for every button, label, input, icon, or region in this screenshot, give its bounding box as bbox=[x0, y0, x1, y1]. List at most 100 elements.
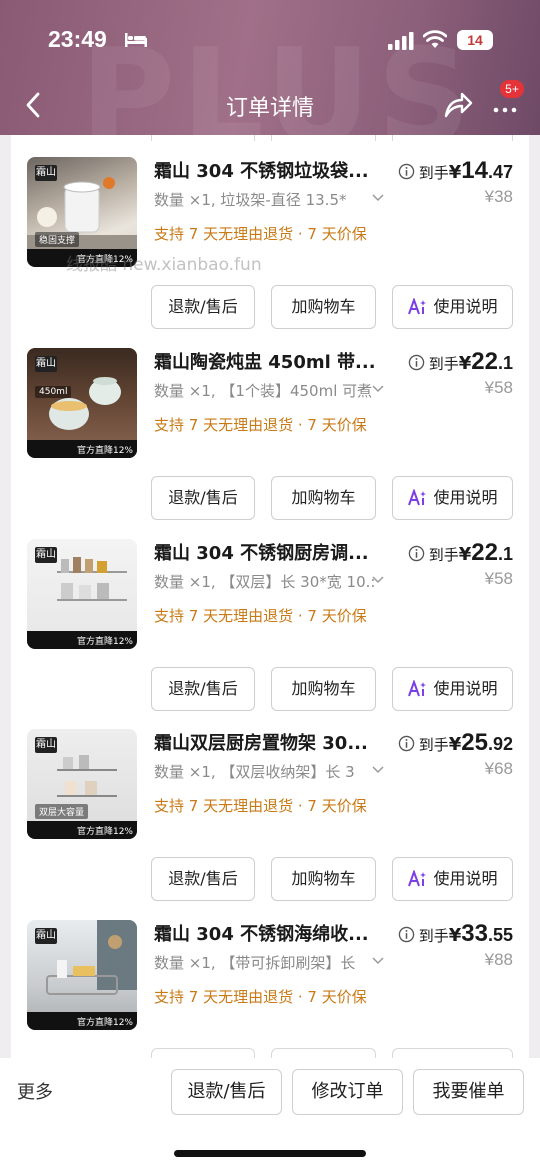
partial-button-bottom bbox=[392, 1048, 513, 1058]
usage-guide-label: 使用说明 bbox=[433, 297, 498, 316]
ai-sparkle-icon bbox=[408, 870, 427, 887]
add-to-cart-button[interactable]: 加购物车 bbox=[271, 285, 376, 329]
final-price: 到手 ¥ 25 .92 bbox=[398, 729, 513, 757]
product-name[interactable]: 霜山 304 不锈钢垃圾袋... bbox=[154, 157, 384, 183]
chevron-down-icon[interactable] bbox=[371, 954, 385, 968]
price-currency: ¥ bbox=[458, 353, 472, 374]
info-icon[interactable] bbox=[408, 545, 425, 562]
final-price: 到手 ¥ 22 .1 bbox=[408, 539, 513, 567]
promo-strip: 官方直降12% bbox=[27, 821, 137, 839]
refund-aftersale-button[interactable]: 退款/售后 bbox=[151, 857, 255, 901]
brand-logo: 霜山 bbox=[35, 165, 57, 181]
wifi-icon bbox=[423, 30, 447, 48]
thumb-caption: 450ml bbox=[35, 386, 72, 398]
promo-strip-text: 官方直降12% bbox=[76, 446, 133, 456]
cellular-signal-icon bbox=[388, 32, 414, 50]
product-spec[interactable]: 数量 ×1, 垃圾架-直径 13.5* bbox=[154, 189, 374, 210]
order-item: 霜山 官方直降12% 霜山 304 不锈钢厨房调... 数量 ×1, 【双层】长… bbox=[11, 517, 529, 711]
info-icon[interactable] bbox=[408, 354, 425, 371]
service-guarantee: 支持 7 天无理由退货 · 7 天价保 bbox=[154, 988, 367, 1006]
original-price: ¥58 bbox=[484, 378, 513, 397]
status-time: 23:49 bbox=[48, 26, 107, 52]
product-name[interactable]: 霜山 304 不锈钢厨房调... bbox=[154, 539, 384, 565]
product-spec[interactable]: 数量 ×1, 【双层】长 30*宽 10.: bbox=[154, 571, 374, 592]
price-decimal: .92 bbox=[487, 734, 513, 754]
product-name[interactable]: 霜山陶瓷炖盅 450ml 带... bbox=[154, 348, 384, 374]
chevron-down-icon[interactable] bbox=[371, 763, 385, 777]
more-actions-link[interactable]: 更多 bbox=[17, 1078, 53, 1104]
home-indicator[interactable] bbox=[174, 1150, 366, 1157]
chevron-down-icon[interactable] bbox=[371, 382, 385, 396]
chevron-down-icon[interactable] bbox=[371, 191, 385, 205]
price-decimal: .1 bbox=[497, 353, 513, 373]
brand-logo: 霜山 bbox=[35, 356, 57, 372]
price-integer: 33 bbox=[461, 920, 488, 947]
product-spec[interactable]: 数量 ×1, 【1个装】450ml 可煮 bbox=[154, 380, 374, 401]
price-label: 到手 bbox=[428, 355, 459, 373]
price-integer: 22 bbox=[471, 539, 498, 566]
ai-sparkle-icon bbox=[408, 680, 427, 697]
bottom-action-bar: 更多 退款/售后 修改订单 我要催单 bbox=[0, 1058, 540, 1170]
add-to-cart-button[interactable]: 加购物车 bbox=[271, 476, 376, 520]
product-spec[interactable]: 数量 ×1, 【带可拆卸刷架】长 bbox=[154, 952, 374, 973]
price-decimal: .55 bbox=[487, 925, 513, 945]
price-integer: 14 bbox=[461, 157, 488, 184]
product-name[interactable]: 霜山双层厨房置物架 30... bbox=[154, 729, 384, 755]
refund-aftersale-button[interactable]: 退款/售后 bbox=[151, 476, 255, 520]
order-refund-button[interactable]: 退款/售后 bbox=[171, 1069, 282, 1115]
promo-strip-text: 官方直降12% bbox=[76, 1018, 133, 1028]
product-thumbnail[interactable]: 霜山 450ml 官方直降12% bbox=[27, 348, 137, 458]
service-guarantee: 支持 7 天无理由退货 · 7 天价保 bbox=[154, 797, 367, 815]
price-label: 到手 bbox=[418, 736, 449, 754]
info-icon[interactable] bbox=[398, 735, 415, 752]
promo-strip: 官方直降12% bbox=[27, 1012, 137, 1030]
brand-logo: 霜山 bbox=[35, 928, 57, 944]
service-guarantee: 支持 7 天无理由退货 · 7 天价保 bbox=[154, 416, 367, 434]
final-price: 到手 ¥ 22 .1 bbox=[408, 348, 513, 376]
service-guarantee: 支持 7 天无理由退货 · 7 天价保 bbox=[154, 225, 367, 243]
add-to-cart-button[interactable]: 加购物车 bbox=[271, 667, 376, 711]
info-icon[interactable] bbox=[398, 926, 415, 943]
product-thumbnail[interactable]: 霜山 官方直降12% bbox=[27, 920, 137, 1030]
usage-guide-label: 使用说明 bbox=[433, 488, 498, 507]
original-price: ¥68 bbox=[484, 759, 513, 778]
share-icon[interactable] bbox=[442, 90, 474, 120]
usage-guide-label: 使用说明 bbox=[433, 679, 498, 698]
urge-order-button[interactable]: 我要催单 bbox=[413, 1069, 524, 1115]
product-spec[interactable]: 数量 ×1, 【双层收纳架】长 3 bbox=[154, 761, 374, 782]
promo-strip: 官方直降12% bbox=[27, 631, 137, 649]
usage-guide-button[interactable]: 使用说明 bbox=[392, 285, 513, 329]
modify-order-button[interactable]: 修改订单 bbox=[292, 1069, 403, 1115]
usage-guide-button[interactable]: 使用说明 bbox=[392, 476, 513, 520]
price-label: 到手 bbox=[428, 546, 459, 564]
price-currency: ¥ bbox=[458, 544, 472, 565]
sleep-mode-icon bbox=[125, 33, 147, 47]
final-price: 到手 ¥ 33 .55 bbox=[398, 920, 513, 948]
brand-logo: 霜山 bbox=[35, 737, 57, 753]
promo-strip-text: 官方直降12% bbox=[76, 637, 133, 647]
price-decimal: .1 bbox=[497, 544, 513, 564]
refund-aftersale-button[interactable]: 退款/售后 bbox=[151, 285, 255, 329]
navigation-bar: 订单详情 bbox=[0, 80, 540, 132]
original-price: ¥88 bbox=[484, 950, 513, 969]
brand-logo: 霜山 bbox=[35, 547, 57, 563]
product-name[interactable]: 霜山 304 不锈钢海绵收... bbox=[154, 920, 384, 946]
product-thumbnail[interactable]: 霜山 双层大容量 官方直降12% bbox=[27, 729, 137, 839]
product-thumbnail[interactable]: 霜山 官方直降12% bbox=[27, 539, 137, 649]
order-item: 霜山 稳固支撑 官方直降12% 霜山 304 不锈钢垃圾袋... 数量 ×1, … bbox=[11, 135, 529, 329]
promo-strip-text: 官方直降12% bbox=[76, 827, 133, 837]
add-to-cart-button[interactable]: 加购物车 bbox=[271, 857, 376, 901]
info-icon[interactable] bbox=[398, 163, 415, 180]
service-guarantee: 支持 7 天无理由退货 · 7 天价保 bbox=[154, 607, 367, 625]
status-bar: 23:49 14 bbox=[0, 0, 540, 80]
order-item: 霜山 450ml 官方直降12% 霜山陶瓷炖盅 450ml 带... 数量 ×1… bbox=[11, 326, 529, 520]
price-label: 到手 bbox=[418, 164, 449, 182]
refund-aftersale-button[interactable]: 退款/售后 bbox=[151, 667, 255, 711]
notification-badge: 5+ bbox=[500, 80, 524, 98]
price-currency: ¥ bbox=[448, 162, 462, 183]
price-integer: 25 bbox=[461, 729, 488, 756]
usage-guide-label: 使用说明 bbox=[433, 869, 498, 888]
usage-guide-button[interactable]: 使用说明 bbox=[392, 667, 513, 711]
usage-guide-button[interactable]: 使用说明 bbox=[392, 857, 513, 901]
chevron-down-icon[interactable] bbox=[371, 573, 385, 587]
